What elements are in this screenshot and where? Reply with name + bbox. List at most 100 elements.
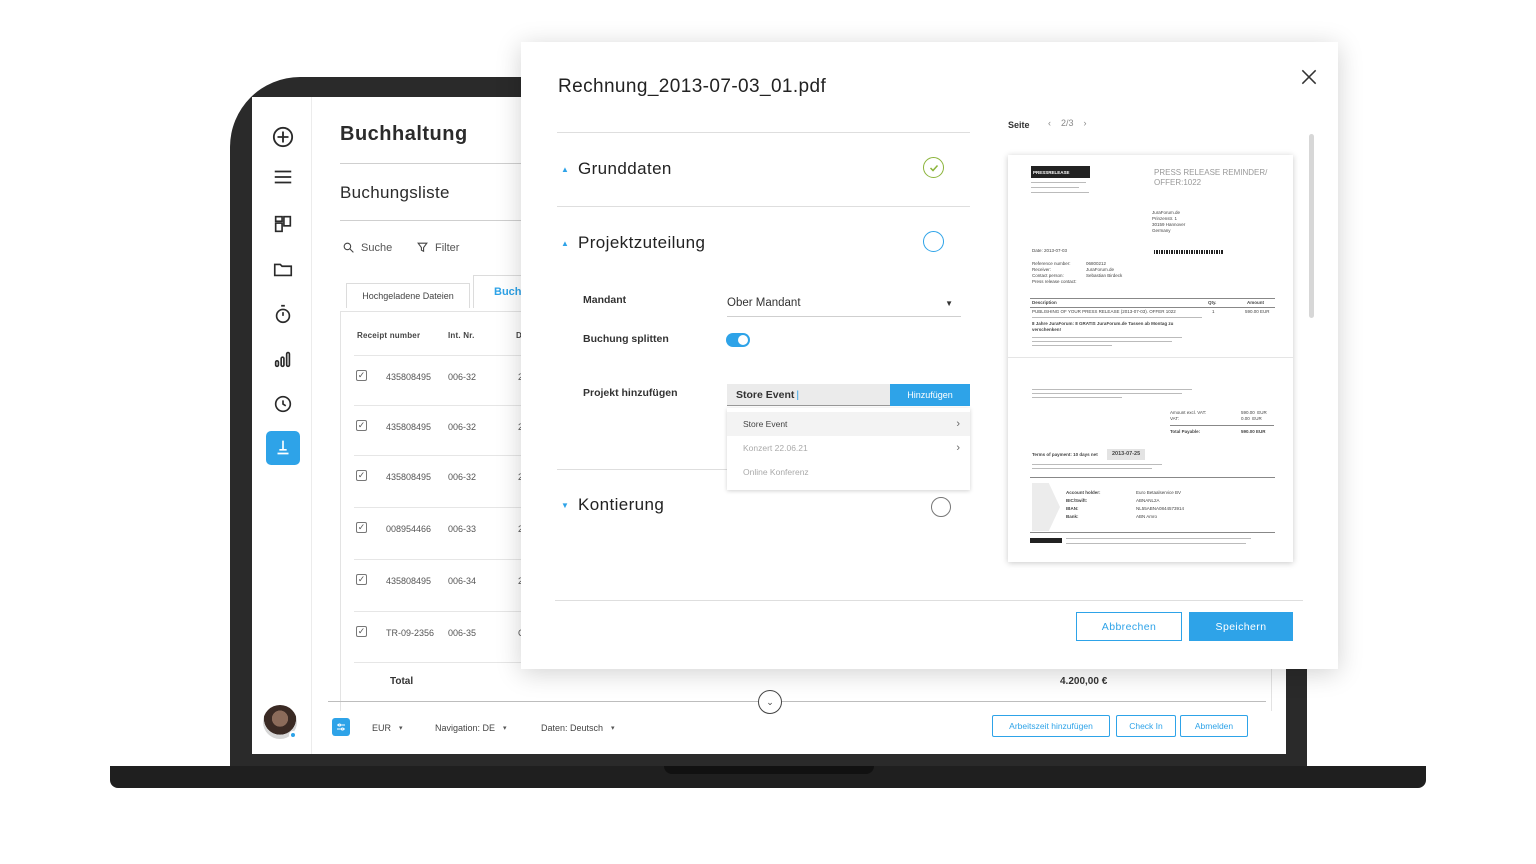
triangle-up-icon: ▲ xyxy=(561,164,570,174)
dashboard-icon[interactable] xyxy=(267,208,299,240)
chevron-down-icon: ⌄ xyxy=(766,696,774,707)
add-project-label: Projekt hinzufügen xyxy=(583,387,678,399)
total-divider xyxy=(328,701,1266,702)
document-sender-line xyxy=(1031,187,1079,188)
document-text-line xyxy=(1032,345,1112,346)
collapse-button[interactable]: ⌄ xyxy=(758,690,782,714)
data-language-select[interactable]: Daten: Deutsch ▾ xyxy=(541,723,615,733)
document-text-line xyxy=(1066,538,1251,539)
page-label: Seite xyxy=(1008,120,1030,130)
mandant-select[interactable]: Ober Mandant ▼ xyxy=(727,290,961,317)
document-item-qty: 1 xyxy=(1212,309,1215,314)
logout-button[interactable]: Abmelden xyxy=(1180,715,1248,737)
online-status-dot xyxy=(289,731,297,739)
pending-circle-icon xyxy=(923,231,944,252)
row-checkbox[interactable]: ✓ xyxy=(356,522,367,533)
prev-page-icon[interactable]: ‹ xyxy=(1048,118,1051,128)
row-divider xyxy=(354,611,524,612)
laptop-notch xyxy=(664,766,874,774)
row-checkbox[interactable]: ✓ xyxy=(356,370,367,381)
dropdown-item[interactable]: Konzert 22.06.21 › xyxy=(727,436,970,460)
page-title: Buchhaltung xyxy=(340,123,468,145)
check-in-button[interactable]: Check In xyxy=(1116,715,1176,737)
section-divider xyxy=(557,132,970,133)
document-footer-mark xyxy=(1030,538,1062,543)
dropdown-item-label: Konzert 22.06.21 xyxy=(743,443,808,453)
search-button[interactable]: Suche xyxy=(342,241,392,254)
section-kontierung[interactable]: ▼ Kontierung xyxy=(561,495,664,515)
invoice-preview[interactable]: PRESSRELEASE PRESS RELEASE REMINDER/ OFF… xyxy=(1008,155,1293,562)
dropdown-item[interactable]: Store Event › xyxy=(727,412,970,436)
document-bank-labels: Account holder: BIC/Swift: IBAN: Bank: xyxy=(1066,490,1101,520)
accounting-stamp-icon[interactable] xyxy=(266,431,300,465)
document-table-rule xyxy=(1030,298,1275,299)
filter-label: Filter xyxy=(435,241,460,254)
dropdown-item[interactable]: Online Konferenz xyxy=(727,460,970,484)
sidebar xyxy=(252,97,312,754)
timer-icon[interactable] xyxy=(267,298,299,330)
filter-button[interactable]: Filter xyxy=(416,241,459,254)
menu-icon[interactable] xyxy=(267,161,299,193)
document-terms: Terms of payment: 10 days net xyxy=(1032,452,1098,457)
subtitle-divider xyxy=(340,220,540,221)
document-item-amount: 590.00 EUR xyxy=(1245,309,1270,314)
page-pager: ‹ 2/3 › xyxy=(1048,118,1087,128)
document-total-value: 590.00 EUR xyxy=(1241,429,1266,434)
row-checkbox[interactable]: ✓ xyxy=(356,626,367,637)
section-projektzuteilung[interactable]: ▲ Projektzuteilung xyxy=(561,233,705,253)
document-footer-rule xyxy=(1030,532,1275,533)
col-header-receipt[interactable]: Receipt number xyxy=(357,331,420,340)
sliders-icon xyxy=(337,723,345,731)
close-button[interactable] xyxy=(1299,67,1319,87)
row-checkbox[interactable]: ✓ xyxy=(356,470,367,481)
add-worktime-button[interactable]: Arbeitszeit hinzufügen xyxy=(992,715,1110,737)
close-icon xyxy=(1301,69,1317,85)
document-date: Date: 2013-07-03 xyxy=(1032,248,1068,253)
page-indicator: 2/3 xyxy=(1061,118,1074,128)
save-button[interactable]: Speichern xyxy=(1189,612,1293,641)
history-icon[interactable] xyxy=(267,388,299,420)
navigation-language-select[interactable]: Navigation: DE ▾ xyxy=(435,723,507,733)
triangle-down-icon: ▼ xyxy=(561,500,570,510)
add-project-button[interactable]: Hinzufügen xyxy=(890,384,970,406)
document-due-date: 2013-07-25 xyxy=(1107,449,1146,461)
split-booking-label: Buchung splitten xyxy=(583,333,669,345)
row-divider xyxy=(354,662,524,663)
section-divider xyxy=(557,469,727,470)
currency-select[interactable]: EUR ▾ xyxy=(372,723,403,733)
chevron-right-icon: › xyxy=(956,418,960,430)
cell-int-nr: 006-33 xyxy=(448,524,477,534)
document-sum-values: 590.00 EUR 0.00 EUR xyxy=(1241,410,1267,421)
caret-down-icon: ▾ xyxy=(611,725,615,732)
project-input[interactable]: Store Event | xyxy=(727,384,891,406)
row-checkbox[interactable]: ✓ xyxy=(356,420,367,431)
preview-scrollbar[interactable] xyxy=(1309,134,1314,318)
col-header-int-nr[interactable]: Int. Nr. xyxy=(448,331,475,340)
row-divider xyxy=(354,559,524,560)
cell-receipt: TR-09-2356 xyxy=(386,628,435,638)
data-language-value: Daten: Deutsch xyxy=(541,723,604,733)
cancel-button[interactable]: Abbrechen xyxy=(1076,612,1182,641)
caret-down-icon: ▾ xyxy=(503,725,507,732)
filter-icon xyxy=(417,242,428,253)
invoice-modal: Rechnung_2013-07-03_01.pdf ▲ Grunddaten … xyxy=(521,42,1338,669)
document-text-line xyxy=(1032,317,1202,318)
split-booking-toggle[interactable] xyxy=(726,333,750,347)
dropdown-item-label: Online Konferenz xyxy=(743,467,809,477)
settings-button[interactable] xyxy=(332,718,350,736)
add-circle-icon[interactable] xyxy=(267,121,299,153)
chart-bars-icon[interactable] xyxy=(267,343,299,375)
folder-icon[interactable] xyxy=(267,253,299,285)
document-bank-values: Euro Betaalservice BV ABNANL2A NL55ABNA0… xyxy=(1136,490,1185,520)
triangle-up-icon: ▲ xyxy=(561,238,570,248)
next-page-icon[interactable]: › xyxy=(1084,118,1087,128)
row-checkbox[interactable]: ✓ xyxy=(356,574,367,585)
check-circle-icon xyxy=(923,157,944,178)
cell-receipt: 435808495 xyxy=(386,422,432,432)
tab-uploaded-files[interactable]: Hochgeladene Dateien xyxy=(346,283,470,308)
modal-title: Rechnung_2013-07-03_01.pdf xyxy=(558,76,827,97)
section-grunddaten[interactable]: ▲ Grunddaten xyxy=(561,159,672,179)
dropdown-item-label: Store Event xyxy=(743,419,788,429)
section-title: Projektzuteilung xyxy=(578,233,706,252)
cell-int-nr: 006-32 xyxy=(448,422,477,432)
